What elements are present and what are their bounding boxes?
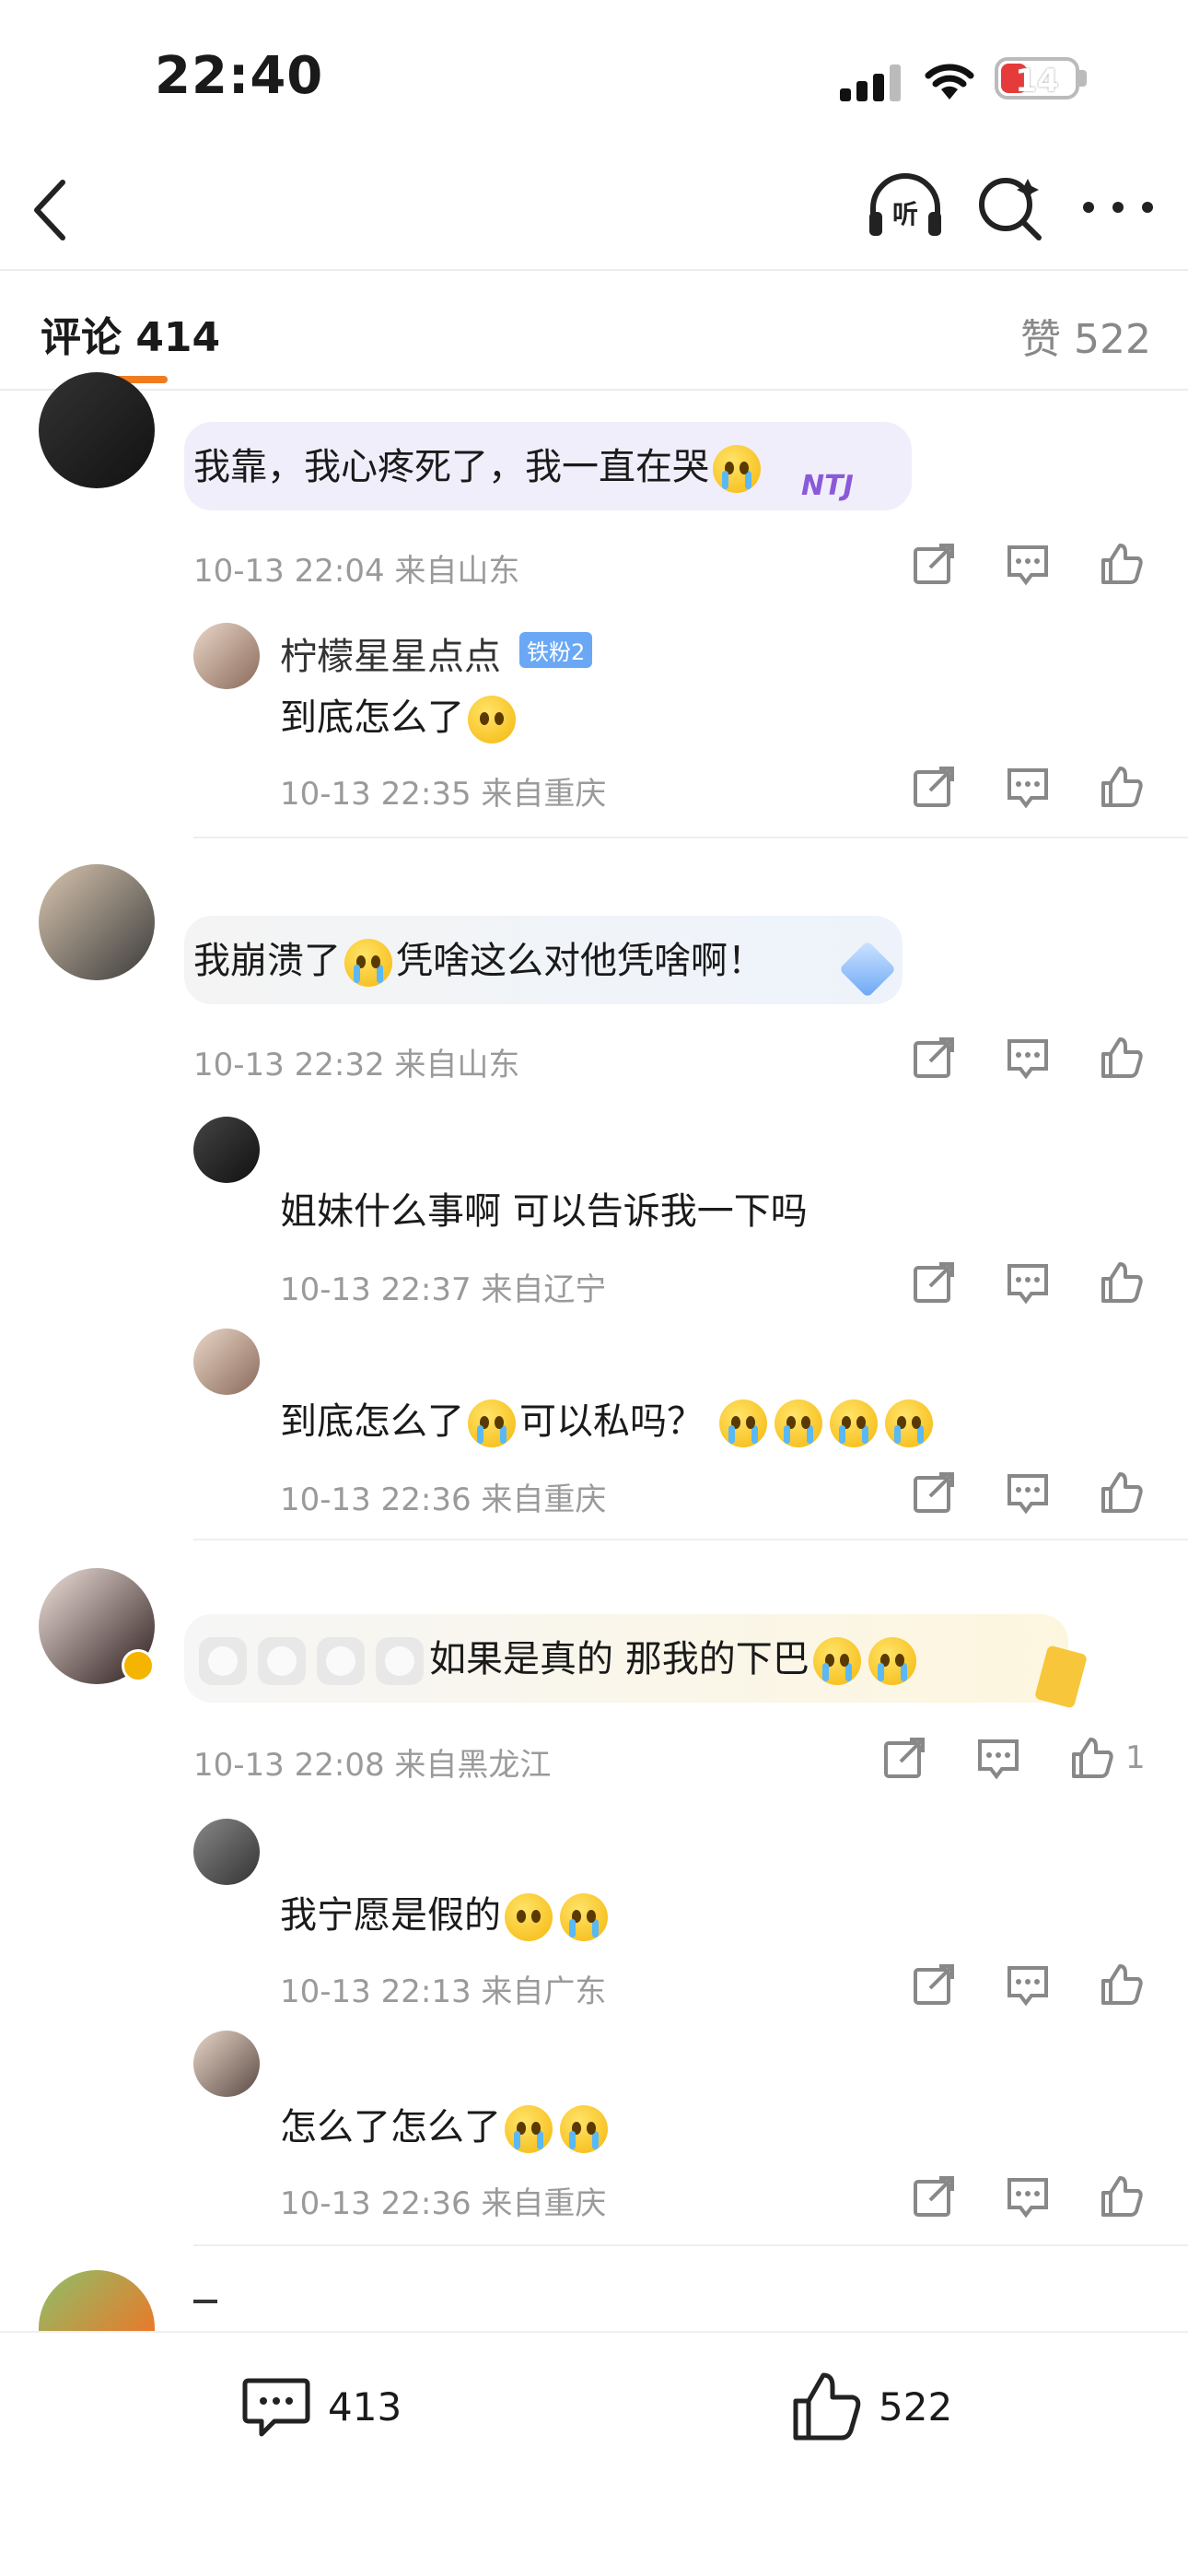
- reply-text: 到底怎么了 可以私吗？: [280, 1391, 937, 1447]
- reply-text-tail: 可以私吗？: [519, 1400, 704, 1443]
- avatar[interactable]: [39, 372, 155, 488]
- ntj-sticker-icon: NTJ: [801, 470, 854, 502]
- comment-icon[interactable]: [241, 2371, 311, 2441]
- crying-emoji-icon: [713, 445, 761, 493]
- reply-text: 姐妹什么事啊 可以告诉我一下吗: [280, 1190, 808, 1233]
- comment-meta: 10-13 22:32 来自山东: [193, 1047, 520, 1083]
- cat-emoji-icon: [199, 1637, 247, 1685]
- reply-text: 我宁愿是假的: [280, 1885, 611, 1941]
- share-icon[interactable]: [910, 540, 958, 588]
- comment-text-main: 我崩溃了: [193, 940, 341, 982]
- crying-emoji-icon: [505, 2105, 553, 2153]
- reply-icon[interactable]: [1004, 1034, 1052, 1082]
- battery-level: 14: [1015, 63, 1059, 100]
- comment-username-fragment: [193, 2300, 217, 2303]
- avatar[interactable]: [193, 623, 260, 689]
- comment-meta: 10-13 22:04 来自山东: [193, 553, 520, 590]
- crying-emoji-icon: [560, 2105, 608, 2153]
- comment-text-main: 如果是真的 那我的下巴: [429, 1638, 809, 1680]
- bottom-action-bar: 413 522: [0, 2331, 1188, 2576]
- reply-icon[interactable]: [1004, 1469, 1052, 1516]
- more-icon[interactable]: [1077, 166, 1160, 249]
- cellular-signal-icon: [840, 64, 903, 101]
- crying-emoji-icon: [868, 1637, 916, 1685]
- tab-comments[interactable]: 评论 414: [41, 304, 220, 363]
- reply-meta: 10-13 22:35 来自重庆: [280, 776, 607, 813]
- reply-icon[interactable]: [1004, 540, 1052, 588]
- reply-text-main: 怎么了怎么了: [280, 2106, 501, 2149]
- crying-emoji-icon: [718, 1399, 767, 1447]
- fan-badge: 铁粉2: [519, 632, 593, 668]
- crying-emoji-icon: [884, 1399, 933, 1447]
- battery-tip: [1079, 70, 1087, 87]
- verified-badge-icon: [122, 1649, 155, 1682]
- like-icon[interactable]: [1098, 1469, 1146, 1516]
- tab-likes[interactable]: 赞 522: [1020, 306, 1151, 365]
- reply-meta: 10-13 22:37 来自辽宁: [280, 1271, 607, 1308]
- reply-icon[interactable]: [1004, 1259, 1052, 1306]
- comment-text-tail: 凭啥这么对他凭啥啊！: [396, 940, 764, 982]
- crying-emoji-icon: [560, 1893, 608, 1941]
- reply-meta: 10-13 22:13 来自广东: [280, 1973, 607, 2010]
- reply-icon[interactable]: [1004, 2172, 1052, 2220]
- cat-emoji-icon: [258, 1637, 306, 1685]
- crying-emoji-icon: [774, 1399, 822, 1447]
- comment-meta: 10-13 22:08 来自黑龙江: [193, 1747, 552, 1784]
- like-icon[interactable]: [1098, 1259, 1146, 1306]
- avatar[interactable]: [193, 2031, 260, 2097]
- cat-emoji-icon: [317, 1637, 365, 1685]
- reply-text-main: 我宁愿是假的: [280, 1894, 501, 1937]
- cat-emoji-icon: [376, 1637, 424, 1685]
- reply-username[interactable]: 柠檬星星点点: [280, 626, 501, 680]
- share-icon[interactable]: [910, 1961, 958, 2008]
- like-icon[interactable]: [1068, 1734, 1116, 1782]
- reply-icon[interactable]: [974, 1734, 1022, 1782]
- share-icon[interactable]: [910, 1034, 958, 1082]
- like-icon[interactable]: [1098, 540, 1146, 588]
- crying-emoji-icon: [468, 1399, 516, 1447]
- listen-icon[interactable]: 听: [864, 166, 947, 249]
- battery-icon: 14: [995, 57, 1079, 100]
- like-count[interactable]: 522: [879, 2384, 952, 2430]
- comment-count[interactable]: 413: [328, 2384, 402, 2430]
- like-icon[interactable]: [790, 2370, 864, 2443]
- avatar[interactable]: [193, 1329, 260, 1395]
- share-icon[interactable]: [910, 2172, 958, 2220]
- share-icon[interactable]: [910, 1259, 958, 1306]
- status-time: 22:40: [155, 46, 324, 106]
- wifi-icon: [921, 57, 978, 101]
- avatar[interactable]: [193, 1117, 260, 1183]
- reply-text: 到底怎么了: [280, 687, 519, 744]
- like-icon[interactable]: [1098, 1961, 1146, 2008]
- back-button[interactable]: [28, 173, 74, 247]
- like-icon[interactable]: [1098, 2172, 1146, 2220]
- like-icon[interactable]: [1098, 763, 1146, 811]
- svg-text:听: 听: [892, 199, 918, 229]
- reply-text: 怎么了怎么了: [280, 2097, 611, 2153]
- comment-text: 我崩溃了 凭啥这么对他凭啥啊！: [193, 931, 764, 987]
- reply-text-main: 到底怎么了: [280, 1400, 464, 1443]
- comment-text-main: 我靠，我心疼死了，我一直在哭: [193, 446, 709, 488]
- crying-emoji-icon: [344, 939, 392, 987]
- avatar[interactable]: [39, 2270, 155, 2331]
- reply-icon[interactable]: [1004, 1961, 1052, 2008]
- avatar[interactable]: [193, 1819, 260, 1885]
- crying-emoji-icon: [812, 1637, 861, 1685]
- reply-meta: 10-13 22:36 来自重庆: [280, 2185, 607, 2222]
- share-icon[interactable]: [910, 1469, 958, 1516]
- comment-text: 我靠，我心疼死了，我一直在哭: [193, 437, 764, 493]
- pray-emoji-icon: [468, 696, 516, 744]
- search-icon[interactable]: [967, 166, 1050, 249]
- share-icon[interactable]: [880, 1734, 928, 1782]
- steaming-emoji-icon: [505, 1893, 553, 1941]
- reply-icon[interactable]: [1004, 763, 1052, 811]
- like-icon[interactable]: [1098, 1034, 1146, 1082]
- comment-text: 如果是真的 那我的下巴: [193, 1629, 920, 1685]
- reply-meta: 10-13 22:36 来自重庆: [280, 1481, 607, 1518]
- reply-text-main: 到底怎么了: [280, 697, 464, 739]
- avatar[interactable]: [39, 864, 155, 980]
- share-icon[interactable]: [910, 763, 958, 811]
- crying-emoji-icon: [829, 1399, 878, 1447]
- like-count: 1: [1125, 1739, 1146, 1776]
